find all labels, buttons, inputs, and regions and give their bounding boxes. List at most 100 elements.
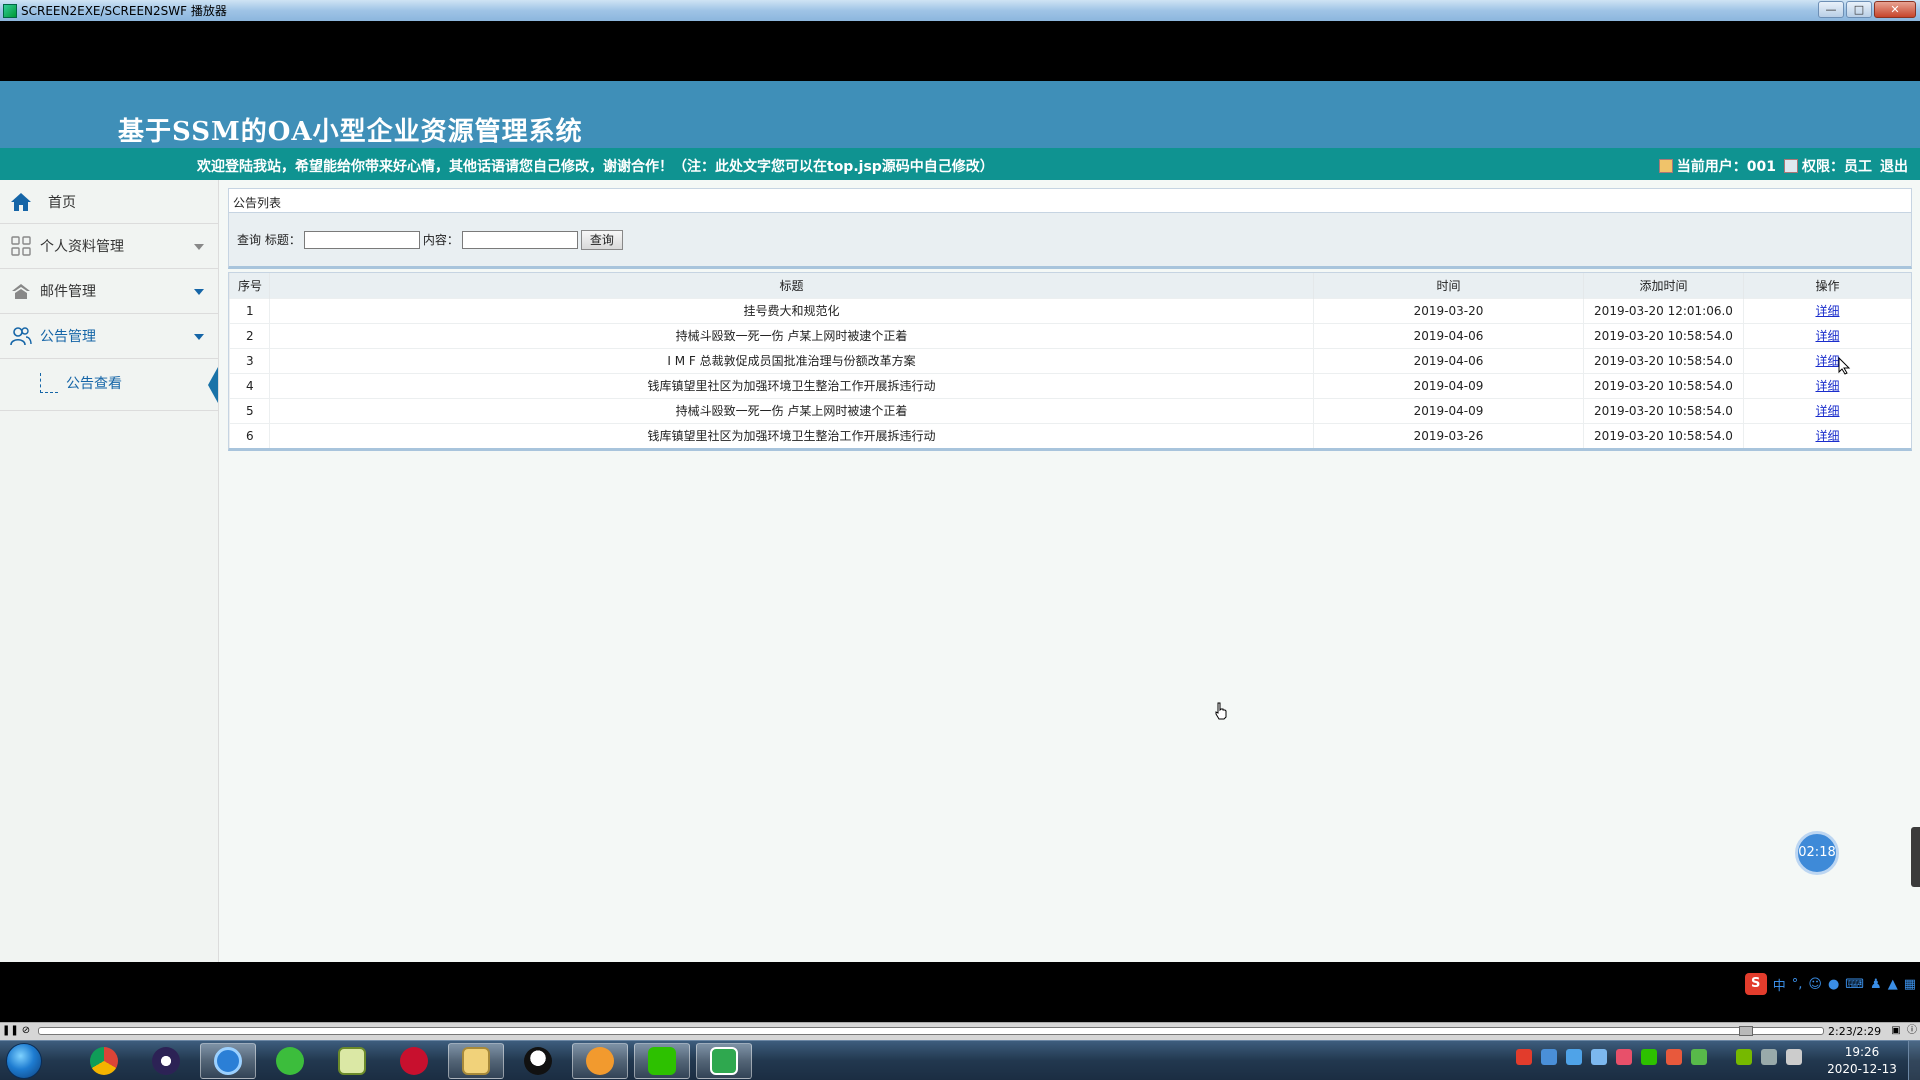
close-button[interactable]: ✕ bbox=[1874, 1, 1916, 18]
cell-op: 详细 bbox=[1743, 372, 1911, 398]
search-title-input[interactable] bbox=[303, 230, 420, 249]
search-content-label: 内容： bbox=[422, 233, 459, 247]
cell-seq: 5 bbox=[229, 397, 270, 423]
taskbar-clock[interactable]: 19:26 2020-12-13 bbox=[1820, 1044, 1904, 1078]
box-tray-icon[interactable] bbox=[1591, 1049, 1607, 1065]
ime-mode-toggle[interactable]: 中 bbox=[1773, 975, 1786, 994]
cell-title: 持械斗殴致一死一伤 卢某上网时被逮个正着 bbox=[269, 397, 1314, 423]
clock-time: 19:26 bbox=[1844, 1045, 1880, 1059]
flower-tray-icon[interactable] bbox=[1616, 1049, 1632, 1065]
sidebar-item-label: 首页 bbox=[48, 194, 76, 211]
network-tray-icon[interactable] bbox=[1541, 1049, 1557, 1065]
qq-icon bbox=[524, 1047, 552, 1075]
taskbar-app[interactable] bbox=[200, 1043, 256, 1079]
users-icon bbox=[10, 325, 32, 347]
audio-icon bbox=[586, 1047, 614, 1075]
search-content-input[interactable] bbox=[461, 230, 578, 249]
taskbar-app[interactable] bbox=[572, 1043, 628, 1079]
detail-link[interactable]: 详细 bbox=[1815, 379, 1839, 393]
search-button[interactable]: 查询 bbox=[580, 229, 623, 250]
stop-icon[interactable]: ⊘ bbox=[20, 1025, 32, 1037]
action-center-icon[interactable] bbox=[1786, 1049, 1802, 1065]
cell-date: 2019-04-09 bbox=[1313, 372, 1584, 398]
fullscreen-icon[interactable]: ▣ bbox=[1890, 1025, 1902, 1037]
minimize-button[interactable]: — bbox=[1818, 1, 1844, 18]
cell-added: 2019-03-20 12:01:06.0 bbox=[1583, 297, 1744, 323]
sidebar-item-mail[interactable]: 邮件管理 bbox=[0, 269, 218, 314]
taskbar-app[interactable] bbox=[634, 1043, 690, 1079]
speaker-muted-icon[interactable] bbox=[1761, 1049, 1777, 1065]
info-icon[interactable]: ⓘ bbox=[1906, 1025, 1918, 1037]
taskbar-app[interactable] bbox=[324, 1043, 380, 1079]
keyboard-icon[interactable]: ⌨ bbox=[1845, 977, 1864, 992]
microphone-icon[interactable]: ● bbox=[1828, 977, 1839, 992]
welcome-text: 欢迎登陆我站，希望能给你带来好心情，其他话语请您自己修改，谢谢合作！（注：此处文… bbox=[197, 159, 994, 175]
wechat-tray-icon[interactable] bbox=[1641, 1049, 1657, 1065]
web-page: 基于SSM的OA小型企业资源管理系统 欢迎登陆我站，希望能给你带来好心情，其他话… bbox=[0, 81, 1920, 962]
logout-link[interactable]: 退出 bbox=[1880, 156, 1908, 176]
player-app-icon bbox=[3, 3, 17, 18]
detail-link[interactable]: 详细 bbox=[1815, 429, 1839, 443]
shield-icon[interactable] bbox=[1566, 1049, 1582, 1065]
floating-timer[interactable]: 02:18 bbox=[1795, 831, 1839, 875]
sidebar-item-label: 邮件管理 bbox=[40, 284, 96, 300]
user-info: 当前用户：001 权限：员工 退出 bbox=[1658, 156, 1908, 176]
show-desktop-button[interactable] bbox=[1908, 1041, 1920, 1080]
sidebar-item-home[interactable]: 首页 bbox=[0, 180, 218, 224]
grid-icon bbox=[10, 235, 32, 257]
detail-link[interactable]: 详细 bbox=[1815, 354, 1839, 368]
chevron-down-icon bbox=[194, 334, 204, 340]
skin-icon[interactable]: ▲ bbox=[1888, 977, 1898, 992]
sogou-tray-icon[interactable] bbox=[1516, 1049, 1532, 1065]
update-tray-icon[interactable] bbox=[1691, 1049, 1707, 1065]
cell-title: 持械斗殴致一死一伤 卢某上网时被逮个正着 bbox=[269, 322, 1314, 348]
player-control-bar: ❚❚ ⊘ 2:23/2:29 ▣ ⓘ bbox=[0, 1022, 1920, 1040]
search-title-label: 查询 标题： bbox=[237, 233, 301, 247]
cell-date: 2019-03-26 bbox=[1313, 422, 1584, 448]
cell-added: 2019-03-20 10:58:54.0 bbox=[1583, 347, 1744, 373]
header-title: 标题 bbox=[269, 273, 1314, 298]
taskbar-app[interactable] bbox=[76, 1043, 132, 1079]
taskbar-app[interactable] bbox=[696, 1043, 752, 1079]
chevron-down-icon bbox=[194, 244, 204, 250]
start-button-icon[interactable] bbox=[6, 1043, 42, 1079]
maximize-button[interactable]: □ bbox=[1846, 1, 1872, 18]
sidebar-item-notices[interactable]: 公告管理 bbox=[0, 314, 218, 359]
time-readout: 2:23/2:29 bbox=[1828, 1025, 1882, 1038]
header-added: 添加时间 bbox=[1583, 273, 1744, 298]
flash-icon bbox=[400, 1047, 428, 1075]
tree-connector bbox=[40, 373, 58, 393]
volume-tray-icon[interactable] bbox=[1666, 1049, 1682, 1065]
taskbar-app[interactable] bbox=[262, 1043, 318, 1079]
detail-link[interactable]: 详细 bbox=[1815, 404, 1839, 418]
cell-seq: 4 bbox=[229, 372, 270, 398]
taskbar-app[interactable] bbox=[138, 1043, 194, 1079]
emoji-icon[interactable]: ☺ bbox=[1808, 977, 1822, 992]
windows-taskbar: 19:26 2020-12-13 bbox=[0, 1040, 1920, 1080]
gpu-tray-icon[interactable] bbox=[1736, 1049, 1752, 1065]
seek-thumb[interactable] bbox=[1739, 1026, 1753, 1036]
taskbar-app[interactable] bbox=[510, 1043, 566, 1079]
sogou-logo-icon[interactable]: S bbox=[1744, 973, 1767, 995]
detail-link[interactable]: 详细 bbox=[1815, 329, 1839, 343]
cell-added: 2019-03-20 10:58:54.0 bbox=[1583, 422, 1744, 448]
user-account-icon[interactable]: ♟ bbox=[1870, 977, 1882, 992]
browser-icon bbox=[214, 1047, 242, 1075]
eclipse-icon bbox=[152, 1047, 180, 1075]
cell-date: 2019-04-09 bbox=[1313, 397, 1584, 423]
punctuation-icon[interactable]: °, bbox=[1792, 977, 1803, 992]
taskbar-app[interactable] bbox=[386, 1043, 442, 1079]
edge-handle[interactable] bbox=[1911, 827, 1920, 887]
ime-toolbar: S 中 °, ☺ ● ⌨ ♟ ▲ ▦ bbox=[1744, 973, 1920, 995]
seek-track[interactable] bbox=[38, 1027, 1824, 1035]
notice-table-wrap: 序号 标题 时间 添加时间 操作 1 挂号费大和规范化 2019-03-20 2 bbox=[228, 272, 1912, 451]
detail-link[interactable]: 详细 bbox=[1815, 304, 1839, 318]
sidebar-item-profile[interactable]: 个人资料管理 bbox=[0, 224, 218, 269]
table-row: 6 钱库镇望里社区为加强环境卫生整治工作开展拆违行动 2019-03-26 20… bbox=[229, 422, 1911, 448]
pause-icon[interactable]: ❚❚ bbox=[2, 1025, 19, 1037]
toolbox-icon[interactable]: ▦ bbox=[1904, 977, 1916, 992]
taskbar-app[interactable] bbox=[448, 1043, 504, 1079]
sidebar-subitem-notice-view[interactable]: 公告查看 bbox=[0, 359, 218, 411]
welcome-bar: 欢迎登陆我站，希望能给你带来好心情，其他话语请您自己修改，谢谢合作！（注：此处文… bbox=[0, 148, 1920, 180]
table-row: 2 持械斗殴致一死一伤 卢某上网时被逮个正着 2019-04-06 2019-0… bbox=[229, 322, 1911, 348]
